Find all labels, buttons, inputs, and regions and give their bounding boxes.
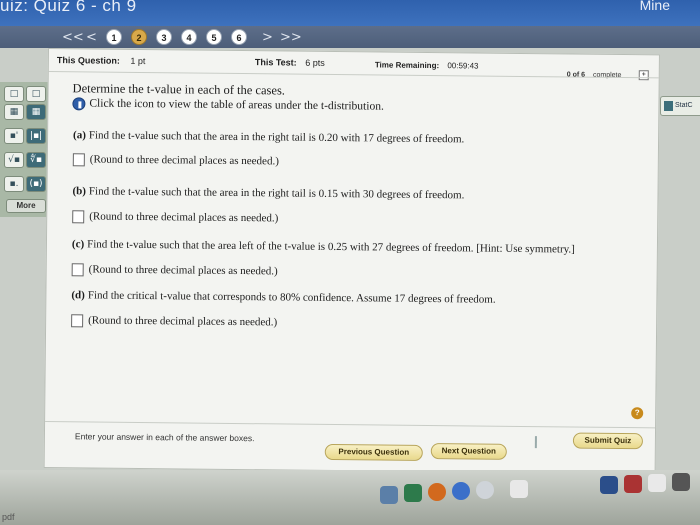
part-a-question: (a) Find the t-value such that the area i… [73, 129, 464, 145]
trash-icon[interactable] [672, 473, 690, 491]
footer-separator [534, 436, 537, 449]
parentheses-tool-icon[interactable]: (▪) [26, 176, 46, 192]
square-root-tool-icon[interactable]: √▪ [4, 152, 24, 168]
this-question-label: This Question: [56, 55, 120, 66]
answer-instruction: Enter your answer in each of the answer … [74, 431, 255, 444]
fraction-tool-icon[interactable]: □ [4, 86, 24, 102]
safari-icon[interactable] [476, 481, 494, 499]
part-b-label: (b) [72, 185, 87, 198]
question-5-button[interactable]: 5 [206, 29, 222, 45]
mixed-number-tool-icon[interactable]: □ [26, 86, 46, 102]
camera-icon[interactable] [510, 480, 528, 498]
footer-divider [45, 420, 656, 429]
part-c-text: Find the t-value such that the area left… [87, 238, 575, 256]
time-remaining-label: Time Remaining: [374, 60, 440, 71]
last-question-button[interactable]: >> [280, 30, 302, 45]
math-tools-palette [0, 82, 50, 217]
previous-question-button[interactable]: Previous Question [324, 443, 423, 461]
table-link-text: Click the icon to view the table of area… [89, 97, 384, 113]
this-test-info: This Test: 6 pts [255, 57, 325, 68]
next-arrow-button[interactable]: > [262, 30, 273, 45]
part-c-answer-row: (Round to three decimal places as needed… [71, 263, 278, 278]
window-title: uiz: Quiz 6 - ch 9 [0, 0, 137, 15]
pdf-file-label: pdf [2, 512, 15, 522]
part-d-rounding-note: (Round to three decimal places as needed… [88, 314, 278, 329]
part-b-text: Find the t-value such that the area in t… [88, 185, 465, 202]
question-prompt: Determine the t-value in each of the cas… [72, 81, 286, 98]
app-store-icon[interactable] [452, 482, 470, 500]
question-6-button[interactable]: 6 [231, 29, 247, 45]
next-question-button[interactable]: Next Question [430, 443, 507, 460]
exponent-tool-icon[interactable]: ▪' [4, 128, 24, 144]
help-icon[interactable]: ? [631, 407, 644, 420]
part-c-rounding-note: (Round to three decimal places as needed… [88, 263, 278, 278]
statcrunch-tab[interactable]: StatC [660, 96, 700, 116]
browser-icon[interactable] [428, 483, 446, 501]
question-4-button[interactable]: 4 [181, 29, 197, 45]
part-b-answer-row: (Round to three decimal places as needed… [72, 210, 278, 225]
part-c-question: (c) Find the t-value such that the area l… [72, 238, 575, 255]
submit-quiz-button[interactable]: Submit Quiz [572, 432, 643, 450]
this-question-value: 1 pt [130, 55, 146, 67]
part-d-label: (d) [71, 289, 85, 302]
chart-app-icon[interactable] [404, 484, 422, 502]
part-d-question: (d) Find the critical t-value that corres… [71, 289, 495, 305]
part-a-label: (a) [73, 129, 86, 142]
part-d-answer-row: (Round to three decimal places as needed… [71, 314, 277, 329]
part-a-rounding-note: (Round to three decimal places as needed… [89, 153, 279, 168]
time-remaining-info: Time Remaining: 00:59:43 [375, 60, 479, 70]
question-3-button[interactable]: 3 [156, 29, 172, 45]
statcrunch-label: StatC [675, 102, 693, 109]
word-icon[interactable] [600, 476, 618, 494]
question-panel: This Question: 1 pt This Test: 6 pts Tim… [43, 48, 660, 475]
finder-icon[interactable] [380, 486, 398, 504]
question-nav-strip [0, 26, 700, 48]
t-table-icon[interactable] [72, 97, 86, 111]
matrix-grid-tool-icon[interactable]: ▦ [26, 104, 46, 120]
window-title-bar: uiz: Quiz 6 - ch 9 Mine [0, 0, 700, 26]
statcrunch-icon [664, 101, 673, 111]
decimal-tool-icon[interactable]: ▪. [4, 176, 24, 192]
part-b-answer-box[interactable] [72, 210, 85, 224]
this-test-label: This Test: [254, 57, 297, 68]
more-tools-button[interactable]: More [6, 199, 46, 213]
part-b-rounding-note: (Round to three decimal places as needed… [89, 210, 279, 225]
part-a-text: Find the t-value such that the area in t… [88, 129, 465, 146]
window-right-text: Mine [639, 0, 670, 13]
question-1-button[interactable]: 1 [106, 29, 122, 45]
progress-details-icon[interactable]: + [638, 70, 649, 81]
absolute-value-tool-icon[interactable]: |▪| [26, 128, 46, 144]
os-taskbar: pdf [0, 470, 700, 525]
part-a-answer-row: (Round to three decimal places as needed… [72, 153, 279, 168]
previous-arrow-button[interactable]: < [86, 30, 97, 45]
this-test-value: 6 pts [305, 57, 325, 68]
matrix-tool-icon[interactable]: ▦ [4, 104, 24, 120]
table-link-row: Click the icon to view the table of area… [72, 97, 384, 113]
part-d-answer-box[interactable] [71, 314, 84, 328]
part-b-question: (b) Find the t-value such that the area i… [72, 185, 464, 201]
part-c-answer-box[interactable] [71, 263, 84, 277]
part-d-text: Find the critical t-value that correspon… [87, 289, 496, 306]
acrobat-icon[interactable] [624, 475, 642, 493]
document-icon[interactable] [648, 474, 666, 492]
nth-root-tool-icon[interactable]: ∜▪ [26, 152, 46, 168]
first-question-button[interactable]: << [62, 30, 84, 45]
this-question-info: This Question: 1 pt [57, 55, 146, 66]
time-remaining-value: 00:59:43 [447, 61, 479, 71]
part-a-answer-box[interactable] [72, 153, 85, 167]
question-2-button[interactable]: 2 [131, 29, 147, 45]
part-c-label: (c) [71, 238, 85, 251]
